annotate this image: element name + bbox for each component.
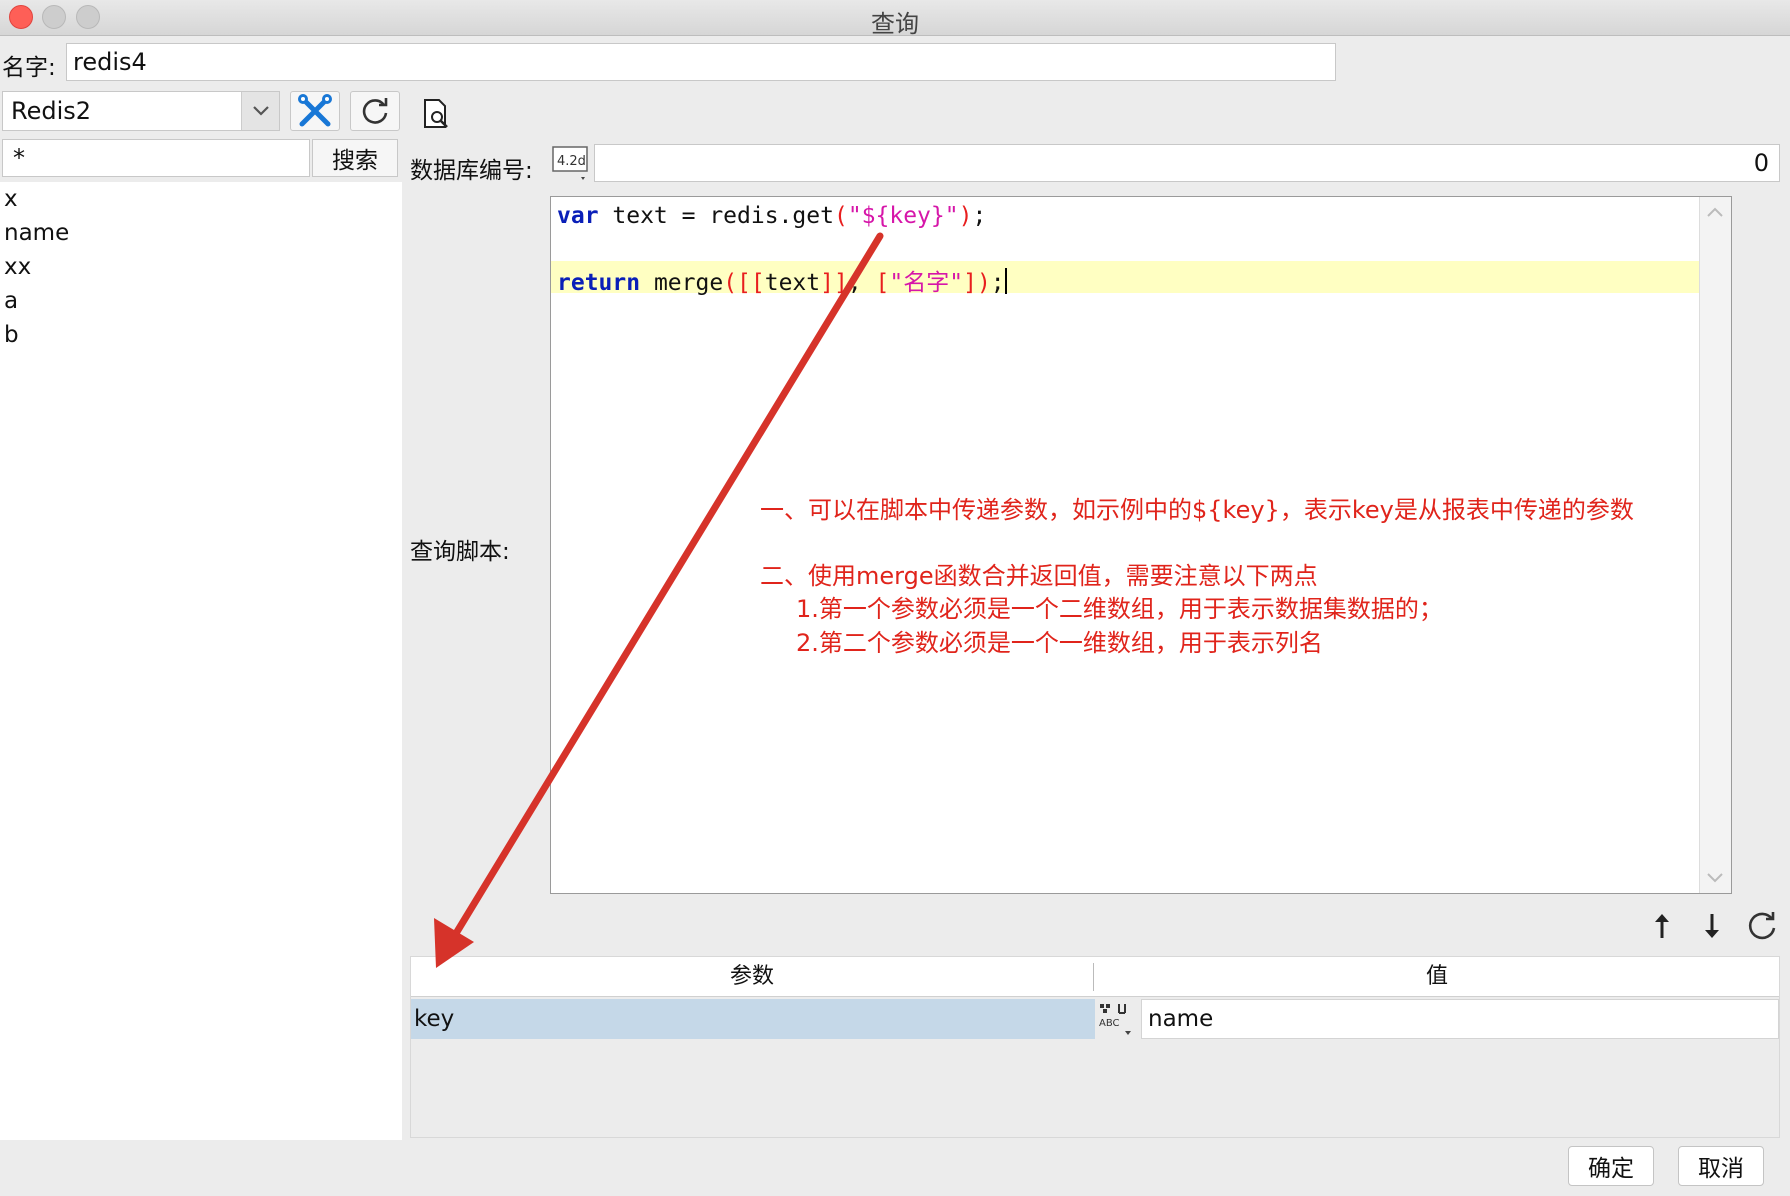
query-dialog: 查询 名字: redis4 Redis2 * 搜索 x name xx a b … bbox=[0, 0, 1790, 1196]
annotation-arrow bbox=[434, 232, 884, 968]
